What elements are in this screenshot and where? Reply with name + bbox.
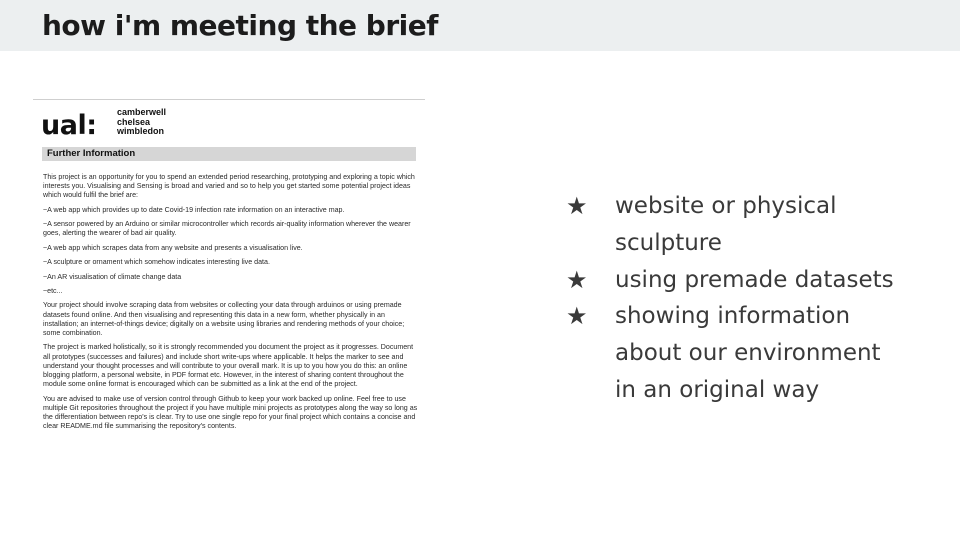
slide-title: how i'm meeting the brief <box>42 9 438 42</box>
document-paragraph: ~A sculpture or ornament which somehow i… <box>43 258 270 267</box>
document-paragraph: This project is an opportunity for you t… <box>43 173 415 200</box>
bullet-line: website or physical <box>615 193 837 219</box>
document-paragraph: ~An AR visualisation of climate change d… <box>43 272 182 281</box>
bullet-item: ★ showing information about our environm… <box>566 298 926 408</box>
section-heading: Further Information <box>47 148 136 159</box>
document-paragraph: The project is marked holistically, so i… <box>43 343 414 389</box>
brief-document-image: ual: camberwell chelsea wimbledon Furthe… <box>33 99 425 491</box>
star-icon: ★ <box>566 302 588 331</box>
document-body: This project is an opportunity for you t… <box>43 173 421 437</box>
bullet-list: ★ website or physical sculpture ★ using … <box>566 188 926 409</box>
title-bar: how i'm meeting the brief <box>0 0 960 51</box>
college-name: wimbledon <box>117 126 164 137</box>
document-paragraph: ~A sensor powered by an Arduino or simil… <box>43 220 411 238</box>
ual-logo-colleges: camberwell chelsea wimbledon <box>117 107 207 137</box>
bullet-item: ★ website or physical sculpture <box>566 188 926 262</box>
bullet-line: showing information <box>615 303 851 330</box>
bullet-line: about our environment <box>615 340 881 367</box>
star-icon: ★ <box>566 265 588 294</box>
document-paragraph: Your project should involve scraping dat… <box>43 301 405 337</box>
section-heading-band: Further Information <box>42 147 416 161</box>
star-icon: ★ <box>566 192 588 220</box>
ual-logo-mark: ual: <box>41 110 97 141</box>
bullet-line: using premade datasets <box>615 266 894 293</box>
bullet-line: sculpture <box>615 229 722 256</box>
bullet-line: in an original way <box>615 376 820 403</box>
document-paragraph: You are advised to make use of version c… <box>43 394 418 431</box>
document-paragraph: ~A web app which scrapes data from any w… <box>43 243 303 252</box>
bullet-item: ★ using premade datasets <box>566 262 926 299</box>
document-paragraph: ~etc... <box>43 286 63 295</box>
document-paragraph: ~A web app which provides up to date Cov… <box>43 205 345 214</box>
